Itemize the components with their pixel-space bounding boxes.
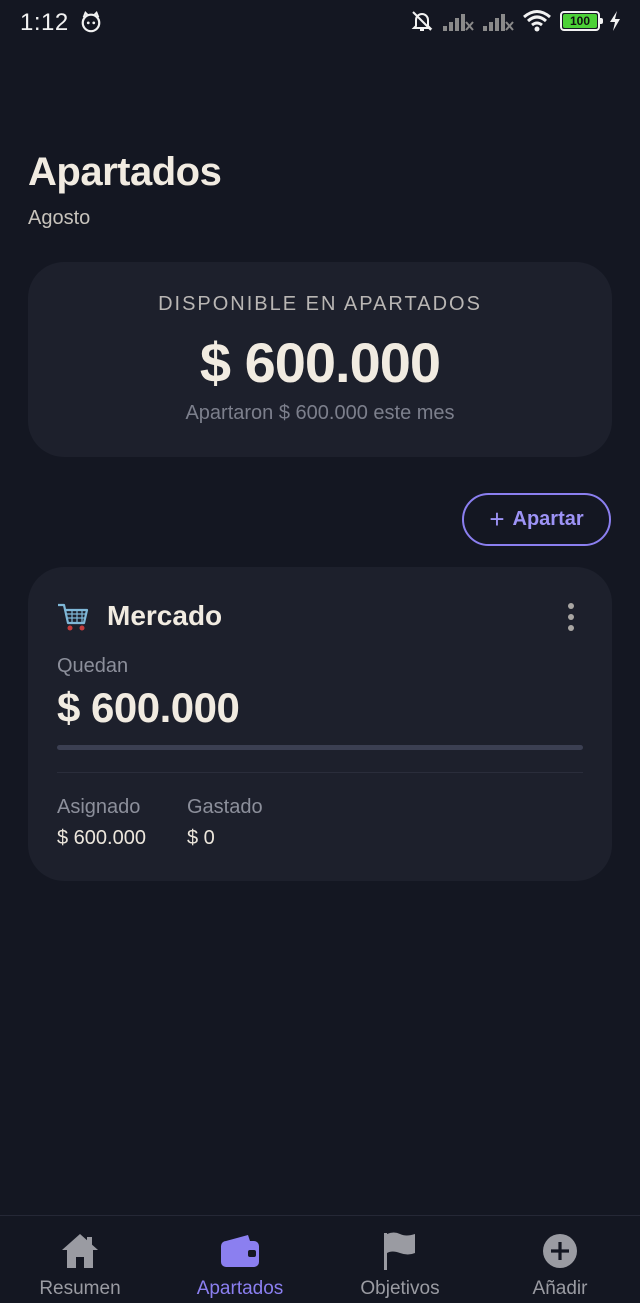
- envelope-card[interactable]: Mercado Quedan $ 600.000 Asignado $ 600.…: [28, 567, 612, 881]
- bell-off-icon: [411, 11, 433, 31]
- spent-stat: Gastado $ 0: [187, 796, 263, 850]
- page-title: Apartados: [28, 150, 222, 194]
- nav-label: Resumen: [39, 1278, 121, 1299]
- wallet-icon: [219, 1230, 261, 1272]
- apartar-button[interactable]: + Apartar: [462, 493, 611, 546]
- nav-label: Apartados: [196, 1278, 284, 1299]
- nav-item-resumen[interactable]: Resumen: [0, 1216, 160, 1303]
- battery-level: 100: [563, 14, 597, 28]
- wifi-icon: [523, 10, 551, 32]
- summary-card: DISPONIBLE EN APARTADOS $ 600.000 Aparta…: [28, 262, 612, 457]
- summary-label: DISPONIBLE EN APARTADOS: [158, 293, 482, 315]
- summary-note: Apartaron $ 600.000 este mes: [185, 402, 455, 424]
- assigned-label: Asignado: [57, 796, 141, 818]
- summary-amount: $ 600.000: [199, 331, 441, 394]
- signal-off-icon: [443, 14, 474, 31]
- home-icon: [59, 1230, 101, 1272]
- charging-bolt-icon: [610, 11, 620, 31]
- status-icons: 100: [410, 9, 622, 33]
- plus-icon: +: [489, 503, 505, 534]
- remaining-label: Quedan: [57, 655, 129, 677]
- status-bar: 1:12 100: [0, 0, 640, 44]
- remaining-amount: $ 600.000: [57, 684, 240, 731]
- spent-label: Gastado: [187, 796, 263, 818]
- assigned-value: $ 600.000: [57, 827, 146, 849]
- cat-notification-icon: [81, 11, 101, 33]
- apartar-button-label: Apartar: [512, 508, 584, 530]
- nav-label: Añadir: [532, 1278, 588, 1299]
- nav-item-objetivos[interactable]: Objetivos: [320, 1216, 480, 1303]
- nav-item-apartados[interactable]: Apartados: [160, 1216, 320, 1303]
- shopping-cart-icon: [58, 603, 89, 631]
- nav-item-anadir[interactable]: Añadir: [480, 1216, 640, 1303]
- bottom-nav: Resumen Apartados Objetivos Añadir: [0, 1215, 640, 1303]
- signal-off-icon-2: [483, 14, 514, 31]
- envelope-name: Mercado: [107, 600, 223, 631]
- battery-icon: 100: [560, 11, 603, 31]
- spent-progress-bar: [57, 745, 583, 750]
- assigned-stat: Asignado $ 600.000: [57, 796, 146, 850]
- nav-label: Objetivos: [360, 1278, 440, 1299]
- flag-icon: [379, 1230, 421, 1272]
- page-subtitle-month: Agosto: [28, 207, 91, 229]
- spent-value: $ 0: [187, 827, 215, 849]
- add-circle-icon: [539, 1230, 581, 1272]
- more-options-icon[interactable]: [568, 603, 576, 631]
- divider: [57, 772, 583, 773]
- status-time: 1:12: [20, 9, 69, 36]
